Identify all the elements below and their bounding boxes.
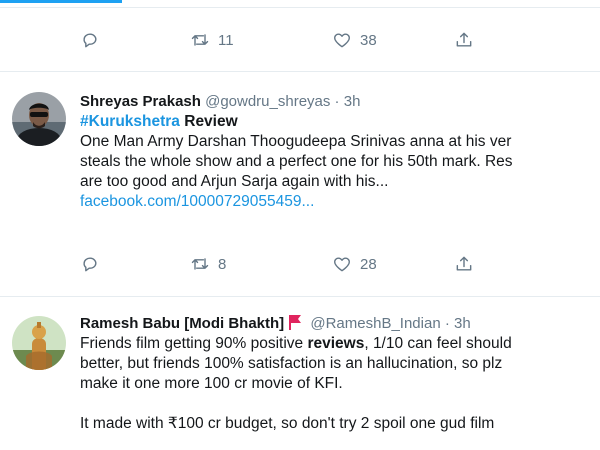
author-name[interactable]: Ramesh Babu [Modi Bhakth] bbox=[80, 315, 284, 332]
like-button[interactable]: 28 bbox=[332, 252, 377, 276]
text-line: make it one more 100 cr movie of KFI. bbox=[80, 375, 343, 392]
reply-icon bbox=[83, 257, 97, 272]
like-count: 28 bbox=[360, 255, 377, 273]
divider bbox=[0, 7, 600, 8]
separator-dot: · bbox=[440, 315, 455, 332]
title-text: Review bbox=[179, 113, 238, 130]
tweet-actions: 11 38 bbox=[80, 28, 500, 52]
tweet-actions: 8 28 bbox=[80, 252, 500, 276]
retweet-button[interactable]: 8 bbox=[190, 252, 226, 276]
share-icon bbox=[456, 32, 472, 47]
divider bbox=[0, 71, 600, 72]
like-count: 38 bbox=[360, 31, 377, 49]
like-icon bbox=[334, 33, 350, 48]
hashtag-link[interactable]: #Kurukshetra bbox=[80, 113, 180, 130]
retweet-button[interactable]: 11 bbox=[190, 28, 234, 52]
retweet-icon bbox=[191, 34, 209, 46]
avatar[interactable] bbox=[12, 316, 66, 370]
retweet-icon bbox=[191, 258, 209, 270]
reply-icon bbox=[83, 33, 97, 48]
author-handle[interactable]: @RameshB_Indian bbox=[310, 315, 440, 332]
highlighted-term: reviews bbox=[307, 335, 365, 352]
retweet-count: 11 bbox=[218, 31, 234, 49]
text-line: are too good and Arjun Sarja again with … bbox=[80, 173, 389, 190]
author-name[interactable]: Shreyas Prakash bbox=[80, 93, 201, 110]
divider bbox=[0, 296, 600, 297]
tweet-text: #Kurukshetra Review One Man Army Darshan… bbox=[80, 112, 600, 212]
share-icon bbox=[456, 256, 472, 271]
avatar[interactable] bbox=[12, 92, 66, 146]
tweet-text: Friends film getting 90% positive review… bbox=[80, 334, 600, 434]
separator-dot: · bbox=[330, 93, 344, 110]
url-link[interactable]: facebook.com/10000729055459... bbox=[80, 192, 600, 212]
text-line: It made with ₹100 cr budget, so don't tr… bbox=[80, 415, 495, 432]
text-line: One Man Army Darshan Thoogudeepa Sriniva… bbox=[80, 133, 512, 150]
text-line: better, but friends 100% satisfaction is… bbox=[80, 355, 503, 372]
like-icon bbox=[334, 257, 350, 272]
share-button[interactable] bbox=[454, 252, 474, 276]
retweet-count: 8 bbox=[218, 255, 227, 273]
timestamp[interactable]: 3h bbox=[454, 315, 471, 332]
text-line: steals the whole show and a perfect one … bbox=[80, 153, 513, 170]
like-button[interactable]: 38 bbox=[332, 28, 377, 52]
text-segment: Friends film getting 90% positive bbox=[80, 335, 308, 352]
author-handle[interactable]: @gowdru_shreyas bbox=[205, 93, 330, 110]
share-button[interactable] bbox=[454, 28, 474, 52]
reply-button[interactable] bbox=[80, 252, 100, 276]
text-segment: , 1/10 can feel should bbox=[364, 335, 512, 352]
reply-button[interactable] bbox=[80, 28, 108, 52]
flag-icon bbox=[288, 314, 302, 336]
timestamp[interactable]: 3h bbox=[344, 93, 361, 110]
active-tab-indicator bbox=[0, 0, 122, 3]
